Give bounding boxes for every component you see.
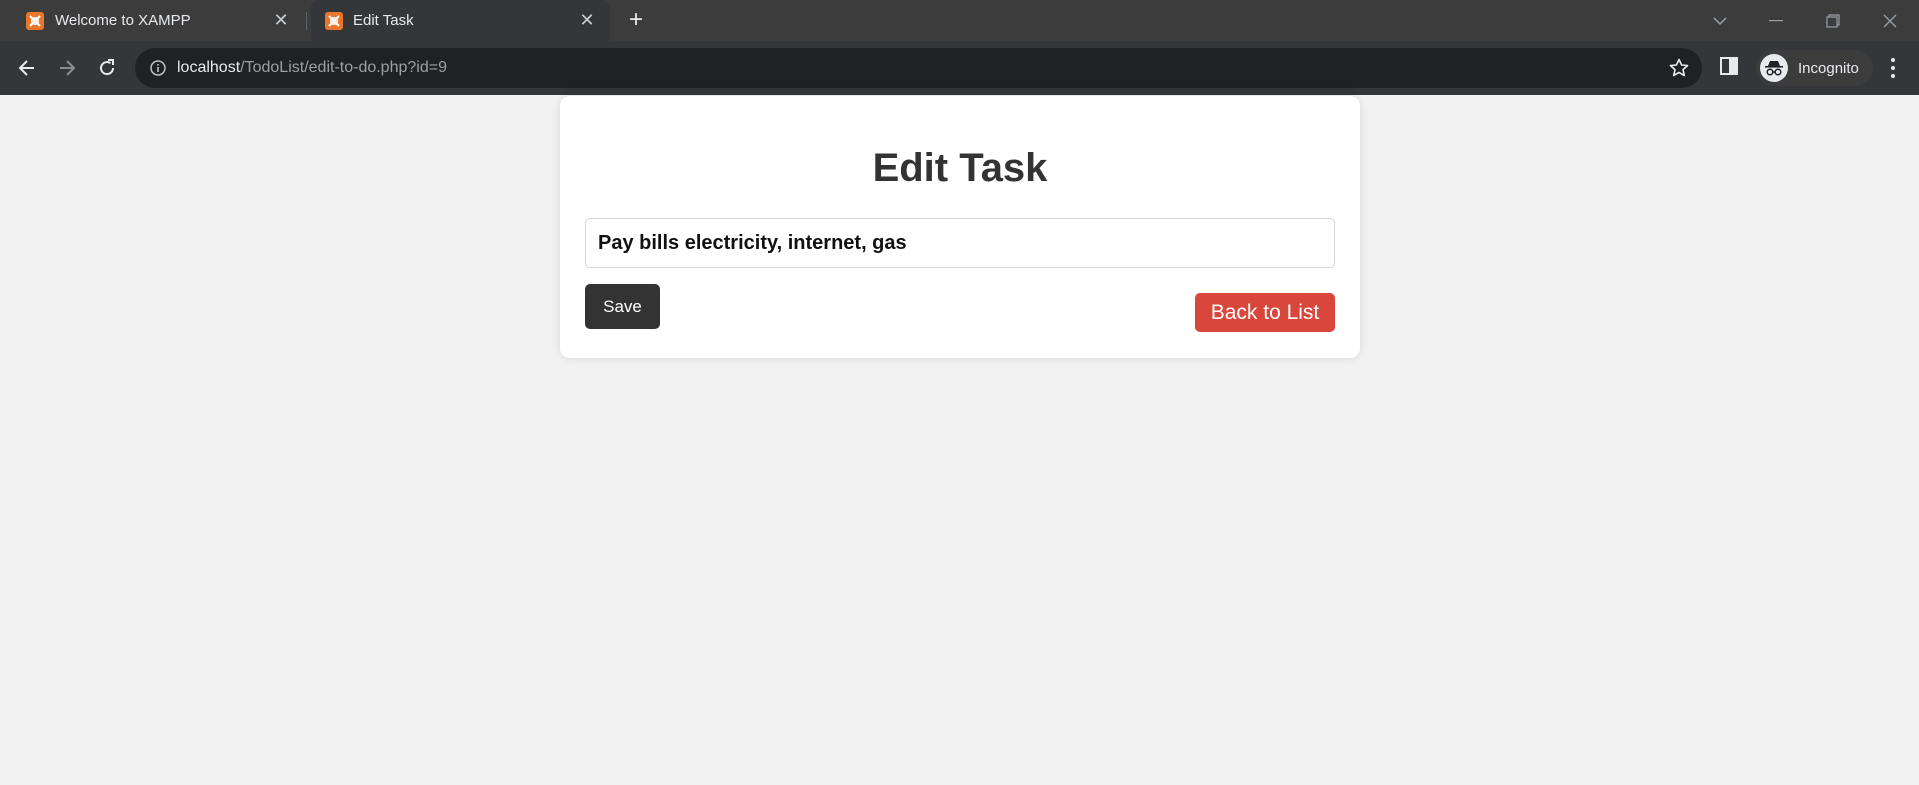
- close-window-icon[interactable]: [1862, 0, 1918, 41]
- incognito-label: Incognito: [1798, 59, 1859, 77]
- tab-xampp[interactable]: Welcome to XAMPP ✕: [0, 0, 304, 41]
- back-arrow-icon[interactable]: [12, 53, 42, 83]
- xampp-favicon-icon: [26, 12, 44, 30]
- page-title: Edit Task: [872, 146, 1048, 190]
- edit-task-card: Edit Task Save Back to List: [560, 96, 1360, 358]
- back-to-list-button[interactable]: Back to List: [1195, 293, 1335, 332]
- address-bar[interactable]: localhost/TodoList/edit-to-do.php?id=9: [135, 48, 1702, 88]
- incognito-icon: [1760, 54, 1788, 82]
- tab-strip: Welcome to XAMPP ✕ Edit Task ✕ +: [0, 0, 1919, 41]
- tab-separator: [306, 12, 307, 30]
- browser-toolbar: localhost/TodoList/edit-to-do.php?id=9 I…: [0, 41, 1919, 95]
- close-tab-icon[interactable]: ✕: [272, 11, 290, 29]
- task-input[interactable]: [585, 218, 1335, 268]
- incognito-profile-button[interactable]: Incognito: [1756, 50, 1873, 86]
- close-tab-icon[interactable]: ✕: [578, 11, 596, 29]
- side-panel-icon[interactable]: [1718, 55, 1740, 77]
- tab-title: Edit Task: [353, 12, 414, 29]
- new-tab-icon[interactable]: +: [624, 8, 648, 32]
- minimize-icon[interactable]: [1748, 0, 1804, 41]
- tab-edit-task[interactable]: Edit Task ✕: [311, 0, 610, 41]
- bookmark-star-icon[interactable]: [1668, 57, 1690, 79]
- restore-icon[interactable]: [1805, 0, 1861, 41]
- reload-icon[interactable]: [92, 53, 122, 83]
- xampp-favicon-icon: [325, 12, 343, 30]
- site-info-icon[interactable]: [149, 59, 167, 77]
- forward-arrow-icon[interactable]: [52, 53, 82, 83]
- url-path: /TodoList/edit-to-do.php?id=9: [240, 59, 447, 76]
- url-text: localhost/TodoList/edit-to-do.php?id=9: [177, 59, 447, 77]
- tab-search-icon[interactable]: [1692, 0, 1748, 41]
- save-button[interactable]: Save: [585, 284, 660, 329]
- browser-menu-icon[interactable]: [1883, 56, 1903, 80]
- tab-title: Welcome to XAMPP: [55, 12, 191, 29]
- url-host: localhost: [177, 59, 241, 76]
